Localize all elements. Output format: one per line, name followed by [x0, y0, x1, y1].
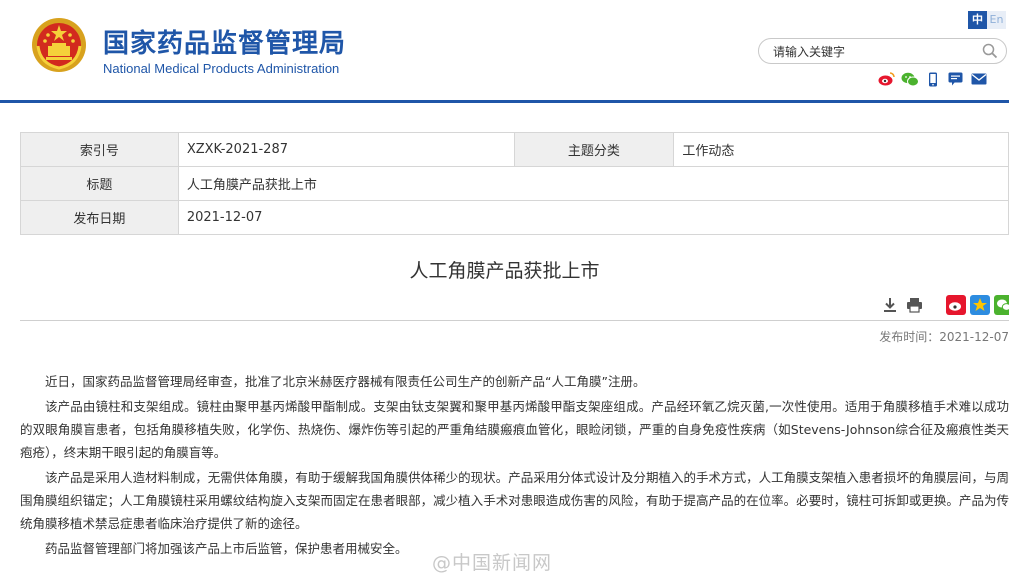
header-divider: [0, 100, 1009, 103]
table-row: 发布日期 2021-12-07: [20, 200, 1009, 235]
download-icon[interactable]: [880, 295, 900, 315]
site-header: 国家药品监督管理局 National Medical Products Admi…: [0, 0, 1009, 102]
index-number-label: 索引号: [20, 132, 179, 167]
language-switch: 中 En: [968, 11, 1006, 29]
mobile-icon[interactable]: [923, 70, 942, 88]
news-watermark: @中国新闻网: [432, 552, 553, 574]
email-icon[interactable]: [969, 70, 988, 88]
title-value: 人工角膜产品获批上市: [177, 166, 1009, 201]
search-icon[interactable]: [982, 43, 998, 59]
article-toolbar: [880, 295, 1009, 315]
publish-date-value: 2021-12-07: [177, 200, 1009, 235]
lang-en-button[interactable]: En: [987, 11, 1006, 29]
weibo-share-icon[interactable]: [946, 295, 966, 315]
category-label: 主题分类: [513, 132, 675, 167]
national-emblem-icon[interactable]: [30, 16, 88, 74]
article-pubdate: 发布时间：2021-12-07: [879, 330, 1009, 344]
index-number-value: XZXK-2021-287: [177, 132, 515, 167]
header-share-bar: [877, 70, 988, 88]
article-title: 人工角膜产品获批上市: [409, 260, 600, 282]
toolbar-spacer: [928, 295, 942, 315]
article-divider: [20, 320, 1009, 321]
print-icon[interactable]: [904, 295, 924, 315]
table-row: 标题 人工角膜产品获批上市: [20, 166, 1009, 201]
article-paragraph: 该产品由镜柱和支架组成。镜柱由聚甲基丙烯酸甲酯制成。支架由钛支架翼和聚甲基丙烯酸…: [20, 399, 1009, 460]
wechat-icon[interactable]: [900, 70, 919, 88]
search-input[interactable]: [773, 43, 973, 60]
title-label: 标题: [20, 166, 179, 201]
document-info-table: 索引号 XZXK-2021-287 主题分类 工作动态 标题 人工角膜产品获批上…: [20, 132, 1009, 235]
article-paragraph: 近日，国家药品监督管理局经审查，批准了北京米赫医疗器械有限责任公司生产的创新产品…: [45, 374, 646, 389]
weibo-icon[interactable]: [877, 70, 896, 88]
site-title-en: National Medical Products Administration: [103, 61, 340, 76]
publish-date-label: 发布日期: [20, 200, 179, 235]
article-paragraph: 该产品是采用人造材料制成，无需供体角膜，有助于缓解我国角膜供体稀少的现状。产品采…: [20, 470, 1009, 531]
qzone-share-icon[interactable]: [970, 295, 990, 315]
wechat-share-icon[interactable]: [994, 295, 1009, 315]
category-value: 工作动态: [673, 132, 1009, 167]
article-body: 近日，国家药品监督管理局经审查，批准了北京米赫医疗器械有限责任公司生产的创新产品…: [20, 370, 1009, 562]
lang-cn-button[interactable]: 中: [968, 11, 987, 29]
search-box: [758, 38, 1007, 64]
site-title-cn: 国家药品监督管理局: [103, 29, 347, 59]
message-icon[interactable]: [946, 70, 965, 88]
table-row: 索引号 XZXK-2021-287 主题分类 工作动态: [20, 132, 1009, 167]
